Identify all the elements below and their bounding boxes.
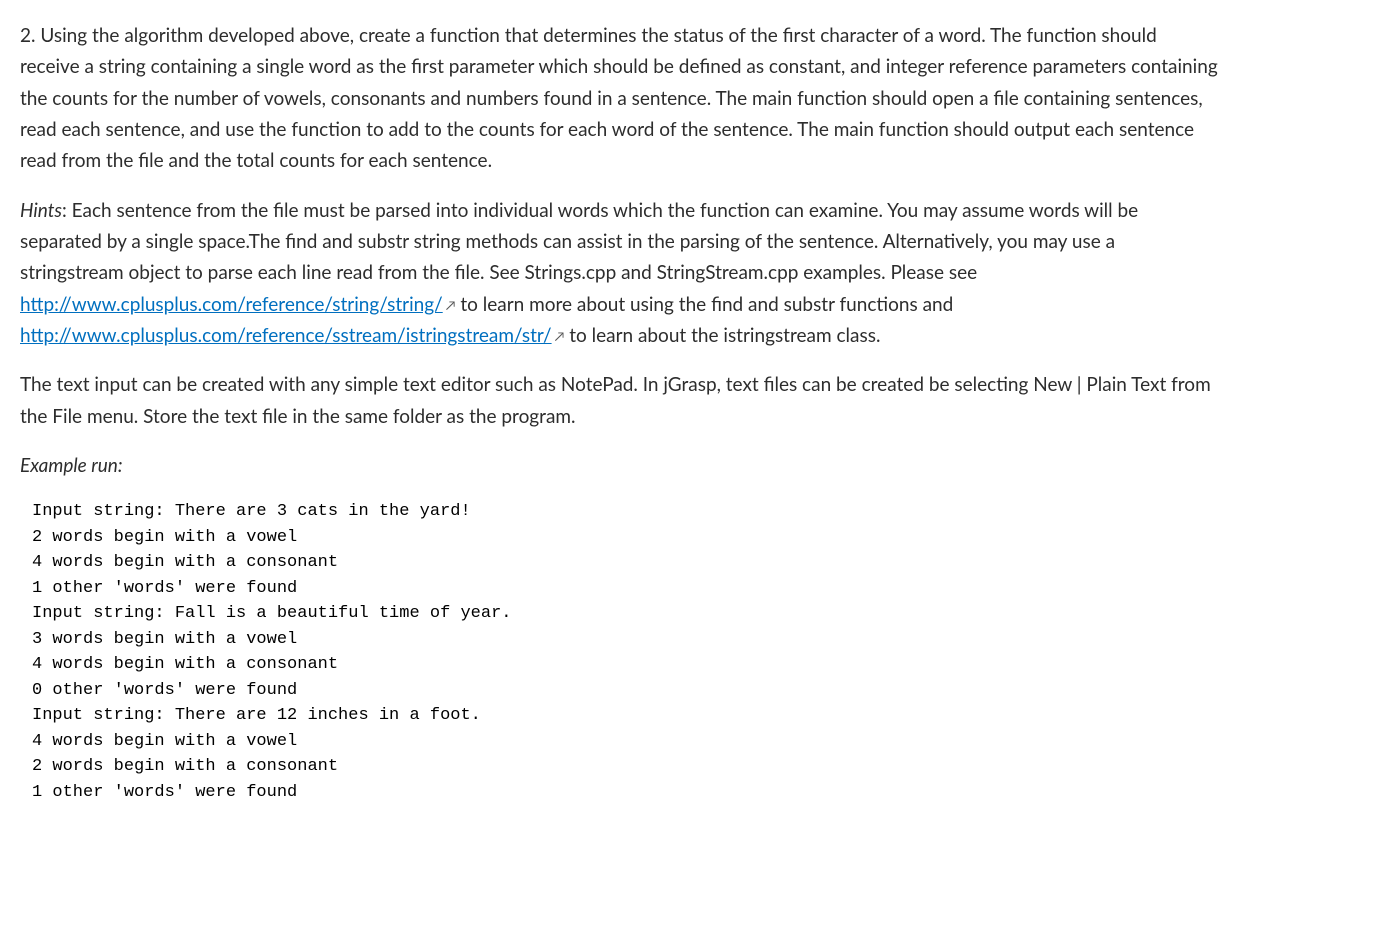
link-istringstream-reference[interactable]: http://www.cplusplus.com/reference/sstre… bbox=[20, 324, 552, 347]
example-output-block: Input string: There are 3 cats in the ya… bbox=[20, 499, 1220, 805]
external-link-icon: ↗ bbox=[446, 295, 456, 316]
hints-paragraph: Hints: Each sentence from the file must … bbox=[20, 195, 1220, 352]
hints-text-3: to learn about the istringstream class. bbox=[564, 324, 880, 347]
hints-label: Hints bbox=[20, 199, 62, 222]
example-run-label: Example run: bbox=[20, 450, 1220, 481]
question-paragraph-1: 2. Using the algorithm developed above, … bbox=[20, 20, 1220, 177]
text-input-info-paragraph: The text input can be created with any s… bbox=[20, 369, 1220, 432]
external-link-icon: ↗ bbox=[555, 326, 565, 347]
hints-text-2: to learn more about using the find and s… bbox=[455, 293, 953, 316]
hints-text-1: : Each sentence from the file must be pa… bbox=[20, 199, 1138, 285]
link-string-reference[interactable]: http://www.cplusplus.com/reference/strin… bbox=[20, 293, 443, 316]
